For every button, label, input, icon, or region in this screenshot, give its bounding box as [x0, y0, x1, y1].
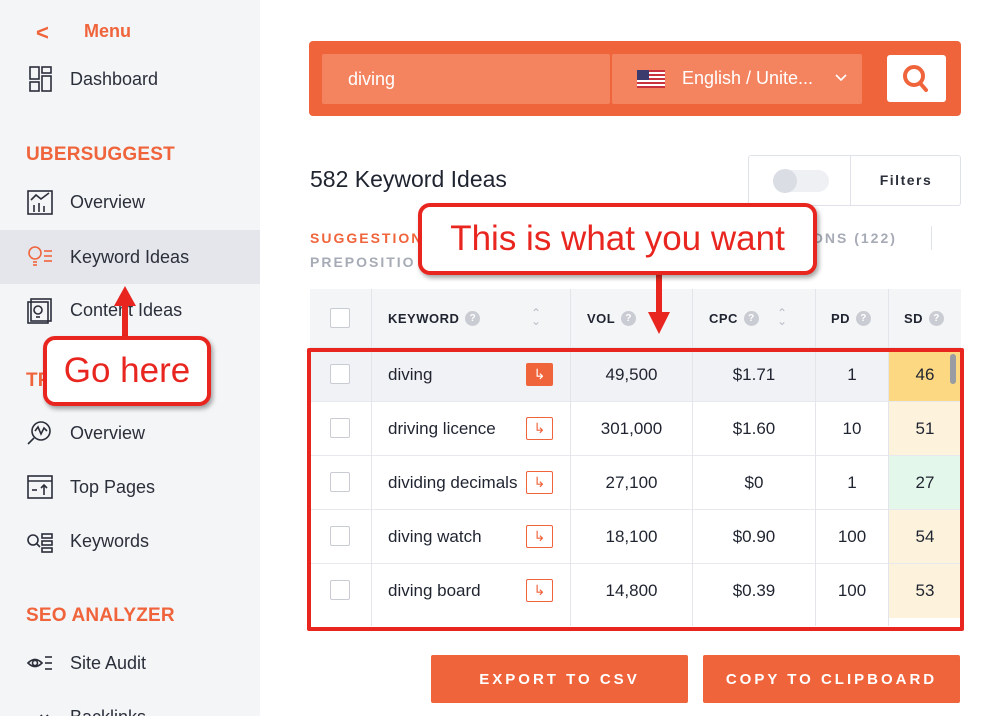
annotation-callout-top: This is what you want: [418, 203, 817, 275]
annotation-callout-left: Go here: [43, 336, 211, 406]
